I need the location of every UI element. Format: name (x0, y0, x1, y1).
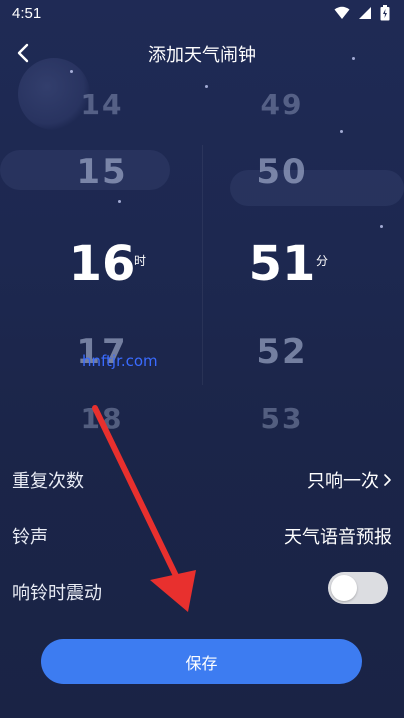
minute-unit: 分 (316, 254, 329, 268)
page-title: 添加天气闹钟 (148, 45, 256, 66)
hour-option[interactable]: 18 (12, 402, 192, 435)
vibrate-label: 响铃时震动 (12, 583, 102, 604)
nav-bar: 添加天气闹钟 (0, 28, 404, 78)
hour-picker[interactable]: 14 15 16 时 17 18 (12, 80, 192, 435)
watermark: hnftjr.com (82, 352, 158, 370)
wifi-icon (334, 6, 350, 20)
hour-option[interactable]: 15 (12, 152, 192, 192)
toggle-knob (331, 575, 357, 601)
minute-picker[interactable]: 49 50 51 分 52 53 (192, 80, 372, 435)
repeat-value-wrap: 只响一次 (307, 467, 392, 493)
minute-option[interactable]: 53 (192, 402, 372, 435)
repeat-setting-row[interactable]: 重复次数 只响一次 (12, 457, 392, 497)
minute-selected[interactable]: 51 (192, 236, 372, 292)
ringtone-value: 天气语音预报 (284, 527, 392, 548)
signal-icon (358, 6, 372, 20)
repeat-value: 只响一次 (307, 471, 379, 492)
repeat-label: 重复次数 (12, 471, 84, 492)
minute-option[interactable]: 50 (192, 152, 372, 192)
save-button[interactable]: 保存 (41, 639, 362, 684)
battery-icon (380, 5, 390, 21)
status-bar: 4:51 (0, 0, 404, 28)
status-time: 4:51 (12, 5, 42, 22)
status-icons (334, 5, 390, 21)
vibrate-setting-row: 响铃时震动 (12, 569, 392, 609)
ringtone-setting-row[interactable]: 铃声 天气语音预报 (12, 513, 392, 553)
minute-option[interactable]: 49 (192, 88, 372, 121)
chevron-right-icon (384, 474, 391, 486)
hour-selected[interactable]: 16 (12, 236, 192, 292)
minute-option[interactable]: 52 (192, 332, 372, 372)
hour-option[interactable]: 14 (12, 88, 192, 121)
star-decoration (380, 225, 383, 228)
vibrate-toggle[interactable] (328, 572, 388, 604)
ringtone-label: 铃声 (12, 527, 48, 548)
hour-unit: 时 (134, 254, 147, 268)
